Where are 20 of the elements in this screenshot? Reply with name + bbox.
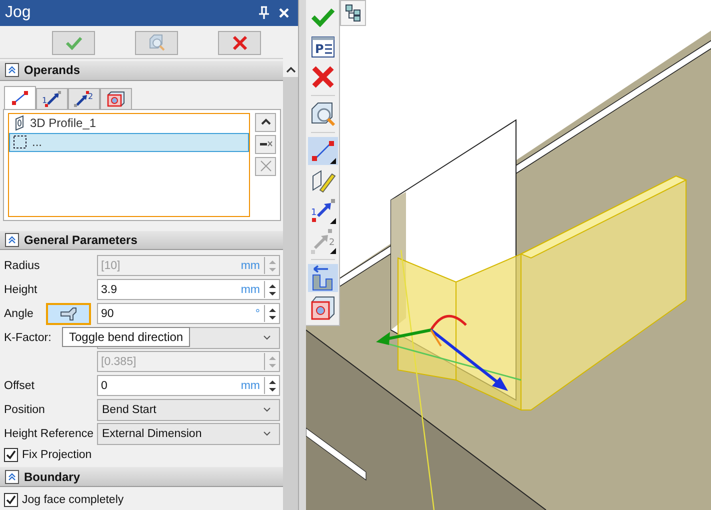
unit-label: mm — [240, 380, 260, 392]
field-label: Offset — [4, 380, 34, 392]
field-label: Angle — [4, 308, 34, 320]
unit-label: mm — [240, 260, 260, 272]
window-title: Jog — [5, 4, 32, 22]
field-label: Height — [4, 284, 38, 296]
checkbox-label: Fix Projection — [22, 449, 92, 462]
section-title: Operands — [24, 63, 80, 78]
field-label: Position — [4, 404, 45, 416]
field-label: Radius — [4, 260, 40, 272]
checkbox-label: Jog face completely — [22, 494, 124, 506]
section-title: Boundary — [24, 470, 80, 484]
field-label: K-Factor: — [4, 332, 52, 344]
operand-label: ... — [32, 135, 42, 150]
operand-label: 3D Profile_1 — [30, 116, 96, 130]
tooltip: Toggle bend direction — [62, 327, 190, 348]
unit-label: ° — [255, 308, 260, 320]
field-label: Height Reference — [4, 428, 94, 440]
unit-label: mm — [240, 284, 260, 296]
section-title: General Parameters — [24, 233, 138, 247]
